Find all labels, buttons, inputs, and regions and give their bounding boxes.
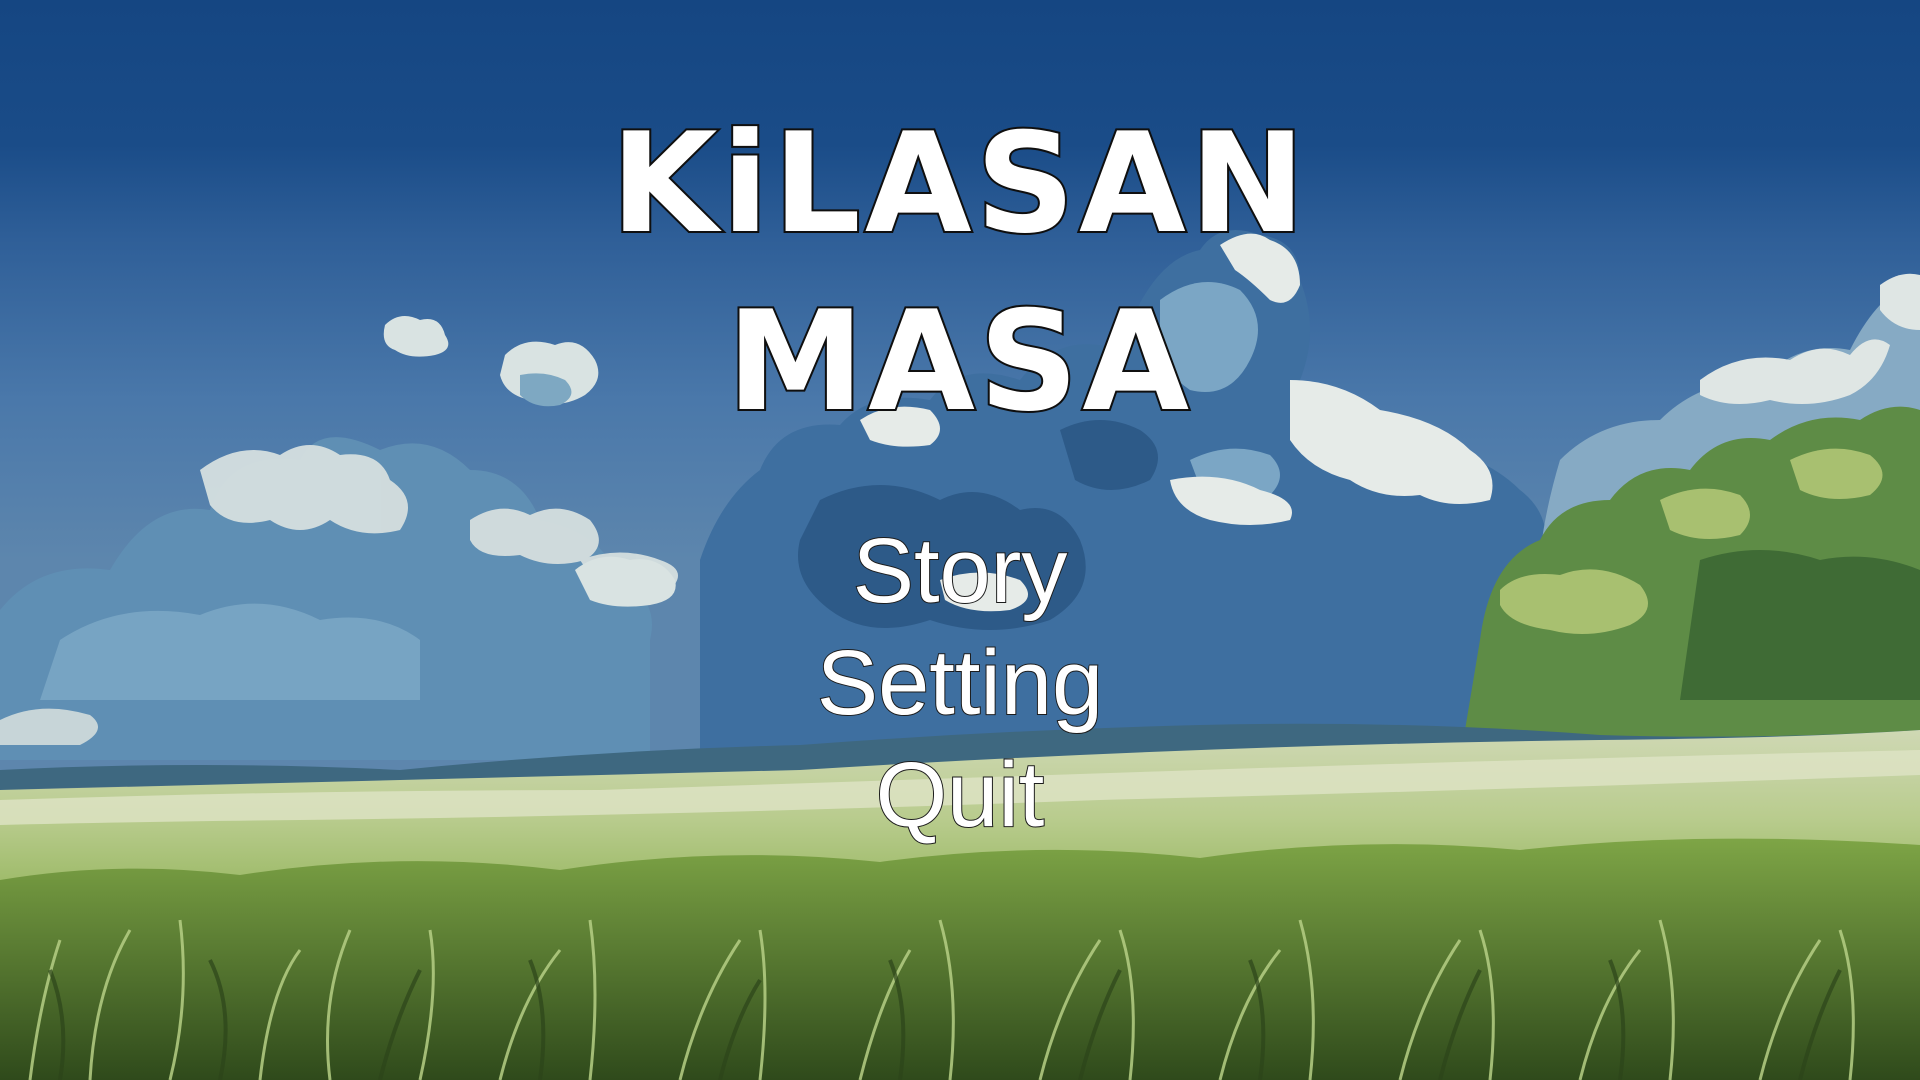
setting-button[interactable]: Setting (710, 627, 1210, 739)
quit-button[interactable]: Quit (710, 739, 1210, 851)
main-menu: Story Setting Quit (0, 515, 1920, 851)
title-line-1: KiLASAN (609, 101, 1310, 266)
story-button[interactable]: Story (710, 515, 1210, 627)
title-line-2: MASA (725, 279, 1194, 444)
game-title: KiLASAN MASA (0, 95, 1920, 451)
main-menu-screen: KiLASAN MASA Story Setting Quit (0, 0, 1920, 1080)
